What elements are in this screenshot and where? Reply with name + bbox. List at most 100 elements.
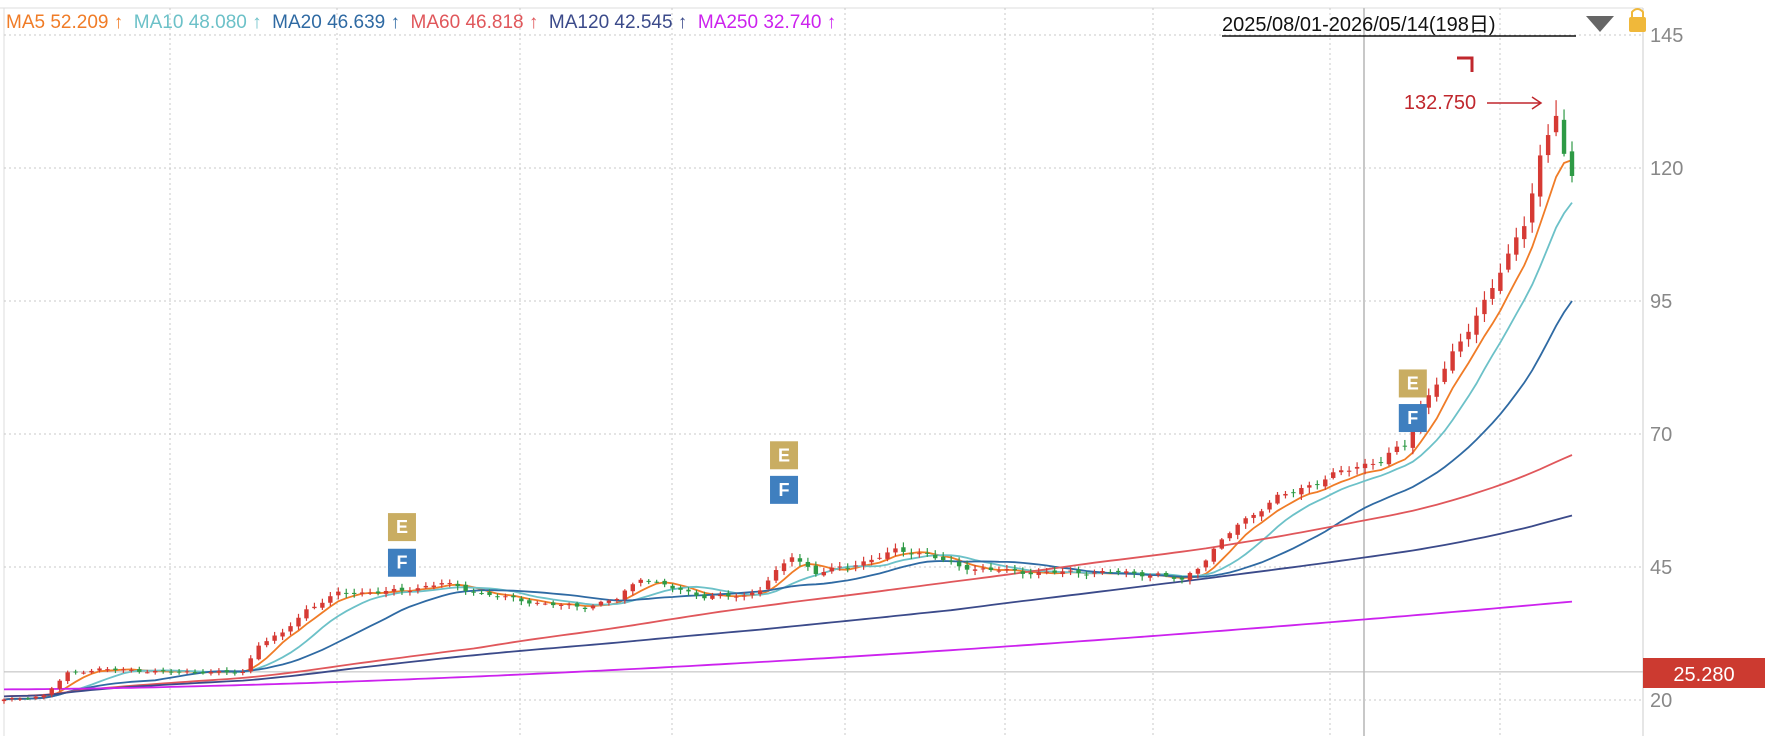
candle — [1354, 462, 1360, 475]
candle — [821, 567, 827, 577]
candle — [1537, 144, 1543, 207]
candle — [1466, 323, 1471, 347]
svg-text:E: E — [778, 445, 790, 465]
candle — [304, 605, 309, 621]
candle — [535, 600, 540, 606]
candle — [1506, 244, 1511, 273]
candle — [407, 587, 413, 596]
legend-ma250: MA250 32.740 ↑ — [687, 12, 836, 33]
candle — [264, 637, 269, 648]
candle — [288, 622, 293, 636]
candle — [1259, 508, 1264, 522]
svg-text:F: F — [1407, 408, 1418, 428]
candle — [1482, 291, 1487, 322]
legend-ma5: MA5 52.209 ↑ — [6, 12, 123, 33]
date-range-selector[interactable]: 2025/08/01-2026/05/14(198日) — [1222, 14, 1614, 37]
candle — [1346, 466, 1352, 477]
triangle-down-icon — [1586, 16, 1614, 32]
candlesticks[interactable] — [1, 100, 1575, 704]
candle — [1458, 333, 1463, 358]
candle — [1386, 447, 1392, 466]
candle — [81, 670, 86, 675]
moving-average-lines — [3, 159, 1573, 701]
y-tick-label: 145 — [1650, 25, 1683, 47]
ma-line-ma250 — [3, 600, 1573, 691]
candle — [256, 642, 261, 661]
candle — [1283, 491, 1288, 499]
candle — [1522, 216, 1527, 248]
candle — [1442, 361, 1447, 385]
candle — [662, 578, 667, 588]
high-annotation: 132.750 — [1404, 56, 1543, 114]
candle — [1124, 568, 1129, 578]
candle — [1211, 547, 1217, 565]
candle — [1378, 456, 1384, 467]
candle — [1331, 468, 1336, 480]
candle — [845, 563, 850, 573]
date-range-label: 2025/08/01-2026/05/14(198日) — [1222, 14, 1496, 36]
candle — [1243, 516, 1248, 529]
svg-text:E: E — [1407, 373, 1419, 393]
candle — [1474, 307, 1479, 344]
candle — [328, 592, 333, 607]
candle — [1060, 567, 1065, 578]
candle — [734, 593, 739, 602]
candle — [463, 581, 468, 595]
candle — [137, 666, 142, 674]
candle — [797, 554, 803, 567]
candle — [1092, 569, 1097, 578]
candle — [1275, 491, 1280, 505]
candle — [670, 583, 675, 593]
y-tick-label: 20 — [1650, 690, 1672, 712]
candle — [280, 628, 285, 641]
candle — [1235, 522, 1240, 540]
candle — [789, 553, 795, 567]
candle — [861, 556, 866, 570]
y-tick-label: 45 — [1650, 557, 1672, 579]
candle — [1139, 569, 1145, 581]
candle — [1514, 227, 1519, 261]
chart-grid — [0, 7, 1644, 736]
candle — [153, 668, 158, 675]
y-tick-label: 95 — [1650, 291, 1672, 313]
candle — [1219, 538, 1224, 550]
candle — [638, 578, 643, 587]
candle — [272, 631, 277, 644]
candle — [1553, 100, 1559, 137]
candle — [296, 613, 301, 630]
marker-e: E — [1398, 369, 1427, 398]
candle — [1498, 263, 1503, 294]
svg-text:E: E — [396, 517, 408, 537]
candle — [805, 557, 811, 571]
candle — [1545, 124, 1551, 163]
candle — [73, 669, 78, 675]
candle — [1291, 489, 1296, 498]
candle — [471, 588, 476, 596]
candle — [1569, 141, 1575, 183]
candle — [208, 669, 214, 676]
lock-icon[interactable] — [1629, 8, 1646, 32]
marker-f: F — [387, 548, 416, 577]
candle — [749, 589, 755, 599]
high-label: 132.750 — [1404, 92, 1476, 114]
candle — [511, 593, 516, 602]
marker-e: E — [770, 441, 799, 470]
marker-f: F — [1398, 404, 1427, 433]
stock-chart[interactable]: EFEFEF 132.750 20457095120145 25.280 MA5… — [0, 0, 1766, 736]
candle — [582, 606, 588, 613]
candle — [1561, 109, 1567, 157]
candle — [1187, 571, 1193, 585]
candle — [1155, 571, 1161, 578]
candle — [1267, 500, 1272, 513]
candle — [646, 579, 651, 585]
legend-ma10: MA10 48.080 ↑ — [123, 12, 261, 33]
candle — [678, 585, 683, 595]
candle — [1338, 465, 1344, 476]
y-tick-label: 70 — [1650, 424, 1672, 446]
candle — [877, 553, 882, 560]
candle — [1315, 480, 1320, 490]
candle — [1434, 377, 1439, 402]
candle — [344, 588, 349, 598]
candle — [455, 580, 460, 591]
event-markers[interactable]: EFEFEF — [387, 369, 1427, 577]
